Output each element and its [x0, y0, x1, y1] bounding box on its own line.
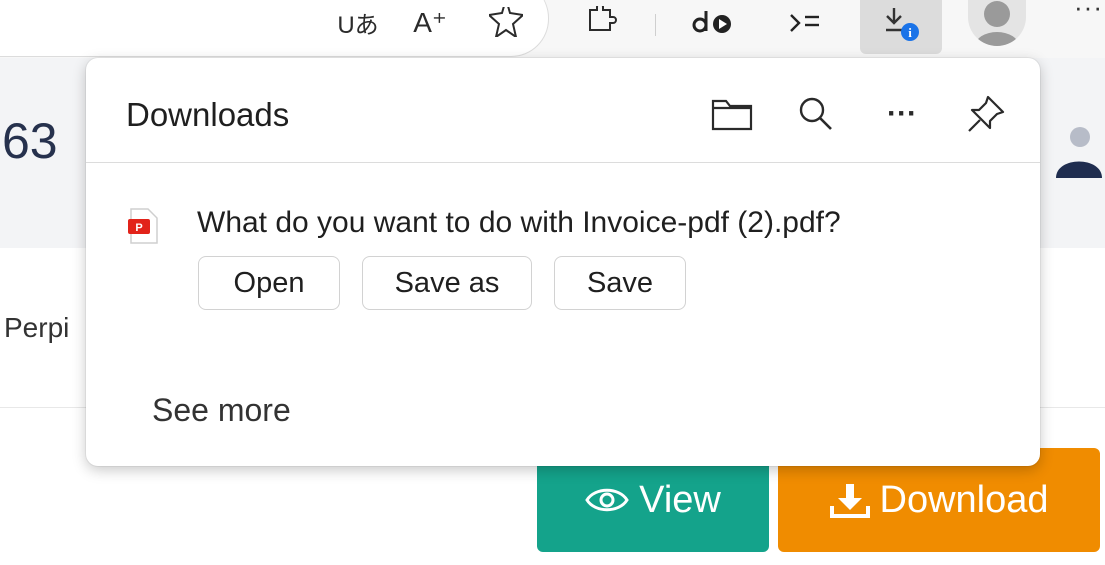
downloads-panel: Downloads ··· P What do you want to do w…	[86, 58, 1040, 466]
save-button[interactable]: Save	[554, 256, 686, 310]
see-more-link[interactable]: See more	[152, 392, 291, 429]
page-number-fragment: 63	[2, 113, 58, 169]
open-folder-icon[interactable]	[708, 90, 756, 138]
favorite-star-icon[interactable]	[484, 0, 528, 44]
search-icon[interactable]	[792, 90, 840, 138]
pin-icon[interactable]	[962, 90, 1010, 138]
media-icon[interactable]	[688, 0, 738, 44]
page-text-fragment: Perpi	[4, 312, 70, 343]
save-as-button[interactable]: Save as	[362, 256, 532, 310]
more-options-icon[interactable]: ···	[878, 90, 926, 138]
download-icon	[829, 482, 870, 518]
svg-text:i: i	[908, 25, 912, 40]
address-bar[interactable]	[0, 0, 549, 57]
extensions-icon[interactable]	[580, 0, 624, 44]
downloads-icon: i	[886, 8, 919, 41]
more-options-label: ···	[887, 97, 917, 130]
read-aloud-label: Uあ	[337, 11, 379, 39]
eye-icon	[585, 486, 629, 514]
toolbar-separator	[655, 14, 656, 36]
panel-divider	[86, 162, 1040, 163]
downloads-panel-title: Downloads	[126, 96, 290, 133]
more-icon[interactable]: ···	[1074, 0, 1103, 23]
downloads-toolbar-button[interactable]: i	[860, 0, 942, 54]
download-prompt-text: What do you want to do with Invoice-pdf …	[197, 206, 841, 239]
pdf-file-icon: P	[128, 208, 158, 249]
user-icon[interactable]	[1052, 126, 1105, 183]
download-button-label: Download	[879, 478, 1049, 521]
open-button[interactable]: Open	[198, 256, 340, 310]
text-size-icon[interactable]: A⁺	[408, 0, 452, 44]
profile-avatar-icon[interactable]	[968, 0, 1026, 46]
collections-icon[interactable]	[784, 0, 834, 44]
view-button-label: View	[639, 478, 721, 521]
text-size-label: A⁺	[413, 6, 447, 38]
svg-text:P: P	[135, 222, 142, 234]
read-aloud-icon[interactable]: Uあ	[330, 0, 386, 44]
browser-toolbar: Uあ A⁺ i ···	[0, 0, 1105, 59]
